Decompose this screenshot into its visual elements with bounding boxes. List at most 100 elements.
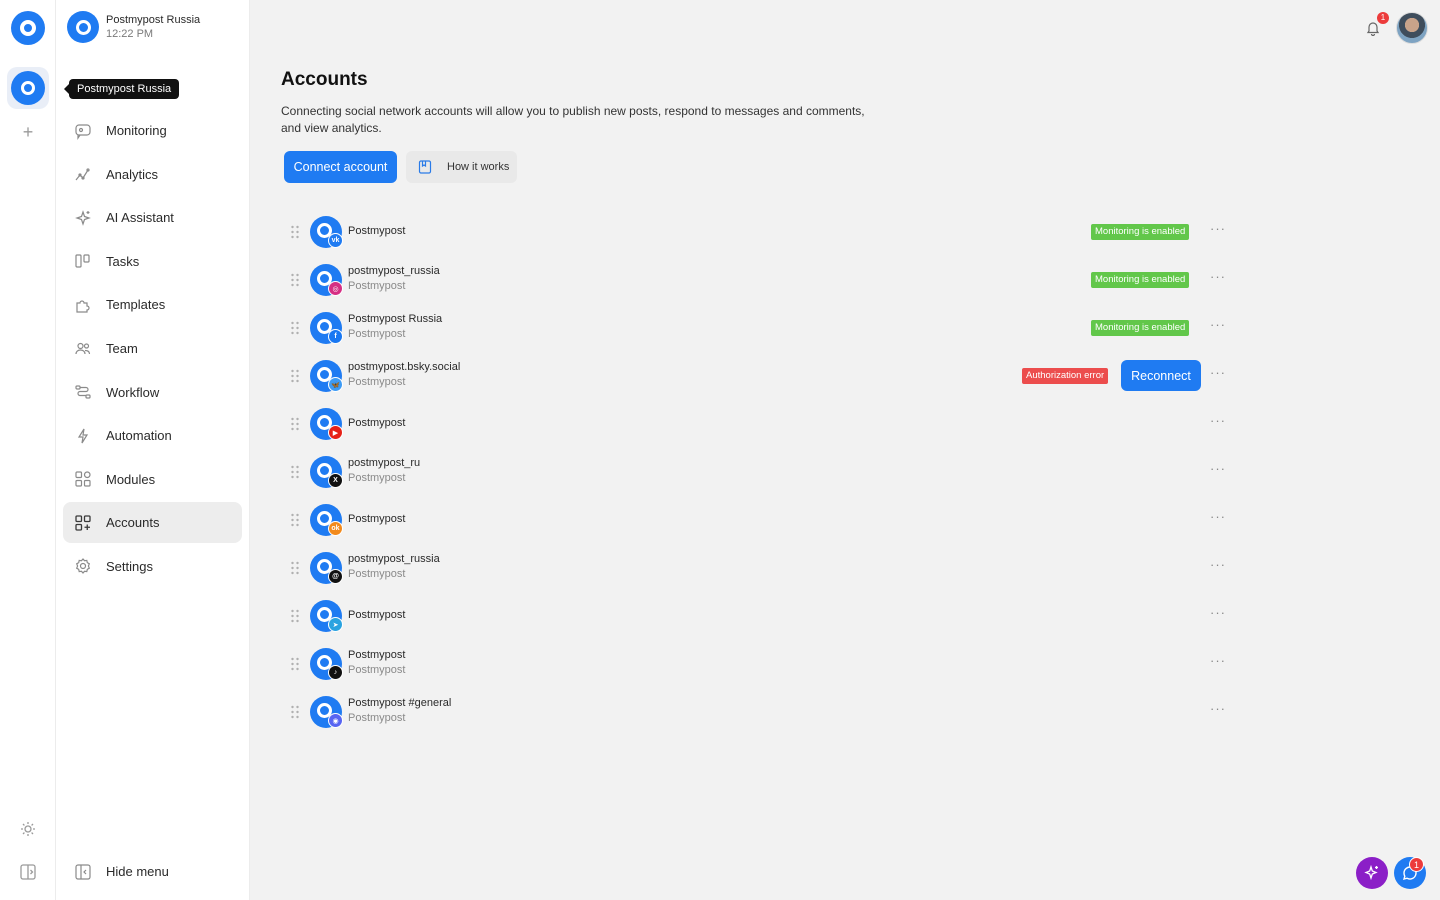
- drag-handle-icon[interactable]: [290, 657, 300, 671]
- account-name: postmypost.bsky.social: [348, 361, 461, 373]
- more-options-icon[interactable]: ···: [1210, 654, 1226, 670]
- page-title: Accounts: [281, 69, 368, 90]
- grid-icon: [75, 471, 91, 487]
- hide-menu-button[interactable]: Hide menu: [63, 851, 242, 892]
- sidebar-nav: Monitoring Analytics AI Assistant Tasks …: [63, 110, 242, 590]
- account-row[interactable]: ok Postmypost ···: [284, 496, 1232, 544]
- account-row[interactable]: f Postmypost Russia Postmypost Monitoring i…: [284, 304, 1232, 352]
- account-row[interactable]: Xpostmypost_ru Postmypost ···: [284, 448, 1232, 496]
- x-icon: X: [328, 473, 343, 488]
- ai-assistant-fab[interactable]: [1356, 857, 1388, 889]
- how-it-works-label: How it works: [447, 161, 510, 173]
- more-options-icon[interactable]: ···: [1210, 462, 1226, 478]
- sidebar-item-team[interactable]: Team: [63, 328, 242, 369]
- main-content: Accounts Connecting social network accou…: [250, 0, 1440, 900]
- more-options-icon[interactable]: ···: [1210, 510, 1226, 526]
- workspace-header[interactable]: Postmypost Russia 12:22 PM: [67, 11, 200, 43]
- more-options-icon[interactable]: ···: [1210, 366, 1226, 382]
- sidebar-item-label: Accounts: [106, 515, 160, 531]
- account-workspace: Postmypost: [348, 280, 406, 292]
- account-row[interactable]: ◎ postmypost_russia Postmypost Monitoring i…: [284, 256, 1232, 304]
- workspace-rail: +: [0, 0, 56, 900]
- connect-account-button[interactable]: Connect account: [284, 151, 397, 183]
- account-name: postmypost_ru: [348, 457, 421, 469]
- account-name: postmypost_russia: [348, 265, 440, 277]
- account-workspace: Postmypost: [348, 664, 406, 676]
- sidebar-item-label: AI Assistant: [106, 210, 174, 226]
- account-name: Postmypost: [348, 225, 406, 237]
- more-options-icon[interactable]: ···: [1210, 558, 1226, 574]
- sidebar-item-workflow[interactable]: Workflow: [63, 372, 242, 413]
- account-row[interactable]: 🦋 postmypost.bsky.social Postmypost Authori…: [284, 352, 1232, 400]
- account-row[interactable]: ▶ Postmypost ···: [284, 400, 1232, 448]
- sidebar-item-ai-assistant[interactable]: AI Assistant: [63, 197, 242, 238]
- discord-icon: ◉: [328, 713, 343, 728]
- monitoring-status-badge: Monitoring is enabled: [1091, 320, 1190, 336]
- users-icon: [75, 343, 91, 355]
- odnoklassniki-icon: ok: [328, 521, 343, 536]
- drag-handle-icon[interactable]: [290, 513, 300, 527]
- sidebar-item-modules[interactable]: Modules: [63, 459, 242, 500]
- more-options-icon[interactable]: ···: [1210, 606, 1226, 622]
- account-name: Postmypost Russia: [348, 313, 443, 325]
- sidebar-item-monitoring[interactable]: Monitoring: [63, 110, 242, 151]
- puzzle-icon: [76, 300, 90, 313]
- account-name: Postmypost #general: [348, 697, 452, 709]
- sidebar-collapse-icon: [75, 863, 91, 880]
- more-options-icon[interactable]: ···: [1210, 318, 1226, 334]
- account-row[interactable]: ♪ Postmypost Postmypost ···: [284, 640, 1232, 688]
- drag-handle-icon[interactable]: [290, 369, 300, 383]
- youtube-icon: ▶: [328, 425, 343, 440]
- app-logo[interactable]: [11, 11, 45, 45]
- add-workspace-icon[interactable]: +: [18, 122, 38, 142]
- sidebar-item-templates[interactable]: Templates: [63, 284, 242, 325]
- sidebar-toggle-icon[interactable]: [18, 862, 38, 882]
- account-name: Postmypost: [348, 417, 406, 429]
- drag-handle-icon[interactable]: [290, 465, 300, 479]
- account-row[interactable]: ◉ Postmypost #general Postmypost ···: [284, 688, 1232, 736]
- page-description: Connecting social network accounts will …: [281, 104, 865, 135]
- more-options-icon[interactable]: ···: [1210, 222, 1226, 238]
- sidebar-item-label: Templates: [106, 297, 166, 313]
- kanban-icon: [75, 254, 90, 268]
- sidebar-item-label: Tasks: [106, 253, 140, 269]
- sidebar-item-settings[interactable]: Settings: [63, 546, 242, 587]
- monitoring-status-badge: Monitoring is enabled: [1091, 272, 1190, 288]
- accounts-grid-icon: [75, 515, 91, 531]
- drag-handle-icon[interactable]: [290, 273, 300, 287]
- drag-handle-icon[interactable]: [290, 609, 300, 623]
- account-workspace: Postmypost: [348, 328, 406, 340]
- sidebar-item-automation[interactable]: Automation: [63, 415, 242, 456]
- reconnect-button[interactable]: Reconnect: [1121, 360, 1201, 391]
- sidebar-item-accounts[interactable]: Accounts: [63, 502, 242, 544]
- sidebar-item-tasks[interactable]: Tasks: [63, 241, 242, 282]
- workspace-tooltip: Postmypost Russia: [63, 79, 180, 99]
- workspace-time: 12:22 PM: [106, 28, 154, 40]
- drag-handle-icon[interactable]: [290, 705, 300, 719]
- more-options-icon[interactable]: ···: [1210, 414, 1226, 430]
- facebook-icon: f: [328, 329, 343, 344]
- drag-handle-icon[interactable]: [290, 417, 300, 431]
- bluesky-icon: 🦋: [328, 377, 343, 392]
- drag-handle-icon[interactable]: [290, 225, 300, 239]
- account-name: Postmypost: [348, 609, 406, 621]
- chat-badge: 1: [1409, 857, 1424, 872]
- more-options-icon[interactable]: ···: [1210, 702, 1226, 718]
- user-avatar[interactable]: [1396, 12, 1428, 44]
- how-it-works-button[interactable]: How it works: [406, 151, 517, 183]
- drag-handle-icon[interactable]: [290, 561, 300, 575]
- workspace-switcher-item[interactable]: [7, 67, 49, 109]
- instagram-icon: ◎: [328, 281, 343, 296]
- account-row[interactable]: vk Postmypost Monitoring is enabled ···: [284, 208, 1232, 256]
- account-row[interactable]: @ postmypost_russia Postmypost ···: [284, 544, 1232, 592]
- sun-icon[interactable]: [18, 819, 38, 839]
- sidebar-item-analytics[interactable]: Analytics: [63, 154, 242, 195]
- vk-icon: vk: [328, 233, 343, 248]
- account-workspace: Postmypost: [348, 712, 406, 724]
- account-row[interactable]: ➤ Postmypost ···: [284, 592, 1232, 640]
- telegram-icon: ➤: [328, 617, 343, 632]
- accounts-list: vk Postmypost Monitoring is enabled ··· ◎ pos…: [284, 208, 1232, 736]
- drag-handle-icon[interactable]: [290, 321, 300, 335]
- more-options-icon[interactable]: ···: [1210, 270, 1226, 286]
- sidebar-item-label: Team: [106, 340, 138, 356]
